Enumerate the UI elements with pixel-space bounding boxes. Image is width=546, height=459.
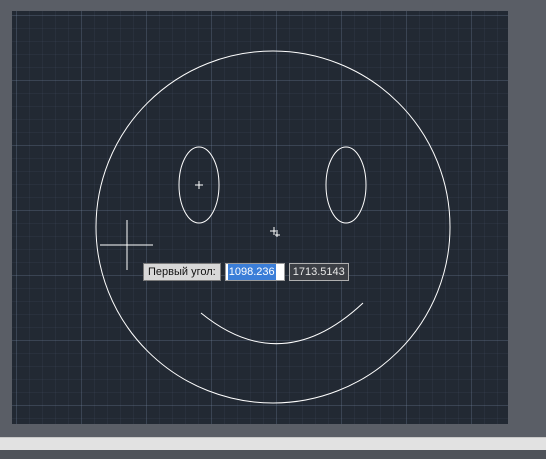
drawing-svg[interactable] (12, 11, 508, 424)
face-circle[interactable] (95, 50, 451, 404)
right-eye-ellipse[interactable] (325, 146, 367, 224)
prompt-label: Первый угол: (143, 263, 221, 281)
dynamic-input-tooltip: Первый угол: 1098.236 1713.5143 (143, 263, 349, 281)
y-coordinate-input[interactable]: 1713.5143 (288, 263, 349, 281)
command-line-bar[interactable] (0, 437, 546, 450)
drawing-canvas[interactable] (12, 11, 508, 424)
status-bar (0, 450, 546, 459)
x-coordinate-value[interactable]: 1098.236 (227, 264, 276, 280)
smile-arc[interactable] (200, 302, 364, 345)
center-mark-icon (195, 181, 203, 189)
x-coordinate-input[interactable]: 1098.236 (224, 263, 285, 281)
pickbox-icon (270, 227, 280, 237)
